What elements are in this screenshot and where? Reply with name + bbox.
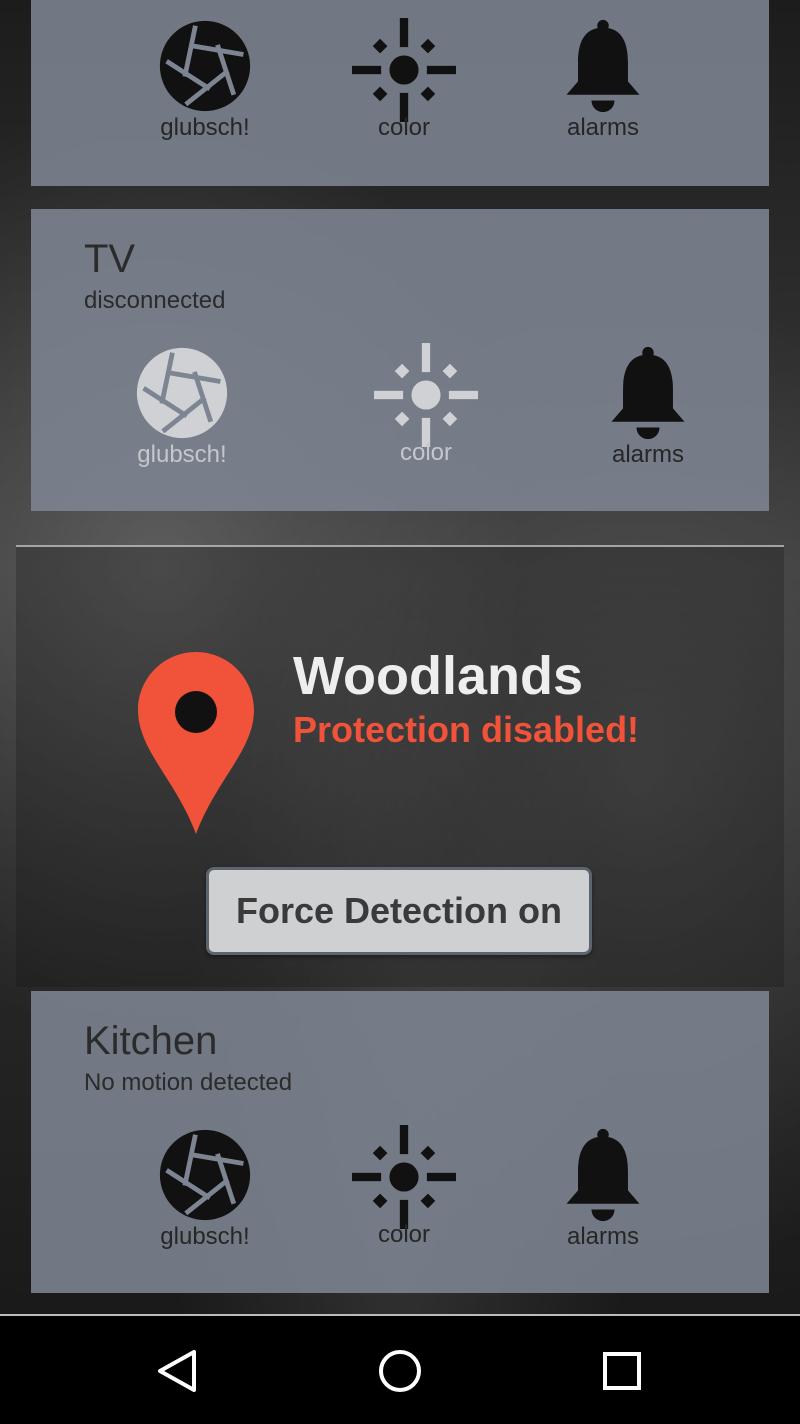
color-label: color — [399, 439, 453, 466]
glubsch-button[interactable]: glubsch! — [102, 345, 262, 469]
color-label: color — [377, 114, 431, 141]
alarms-button[interactable]: alarms — [523, 18, 683, 142]
glubsch-label: glubsch! — [160, 114, 250, 141]
back-triangle-icon[interactable] — [148, 1346, 208, 1396]
camera-name: Kitchen — [84, 1019, 218, 1063]
glubsch-label: glubsch! — [160, 1223, 250, 1250]
glubsch-label: glubsch! — [137, 441, 227, 468]
camera-shutter-icon — [157, 1127, 253, 1223]
color-button[interactable]: color — [324, 18, 484, 142]
bell-icon — [555, 1127, 651, 1223]
glubsch-button[interactable]: glubsch! — [125, 18, 285, 142]
alarms-label: alarms — [566, 114, 639, 141]
camera-shutter-icon — [157, 18, 253, 114]
camera-card-1: glubsch! color alarms — [31, 0, 769, 186]
alarms-label: alarms — [566, 1223, 639, 1250]
alarms-label: alarms — [611, 441, 684, 468]
force-detection-button[interactable]: Force Detection on — [206, 867, 592, 955]
camera-name: TV — [84, 237, 136, 281]
location-name: Woodlands — [293, 646, 583, 706]
brightness-icon — [352, 18, 456, 122]
navigation-bar — [0, 1314, 800, 1424]
recents-square-icon[interactable] — [592, 1346, 652, 1396]
camera-card-tv: TV disconnected glubsch! color alarms — [31, 209, 769, 511]
color-label: color — [377, 1221, 431, 1248]
color-button[interactable]: color — [324, 1125, 484, 1249]
camera-shutter-icon — [134, 345, 230, 441]
bell-icon — [555, 18, 651, 114]
brightness-icon — [352, 1125, 456, 1229]
alarms-button[interactable]: alarms — [523, 1127, 683, 1251]
camera-status: No motion detected — [84, 1069, 293, 1096]
brightness-icon — [374, 343, 478, 447]
glubsch-button[interactable]: glubsch! — [125, 1127, 285, 1251]
map-pin-icon — [138, 652, 254, 834]
camera-card-kitchen: Kitchen No motion detected glubsch! colo… — [31, 991, 769, 1293]
alarms-button[interactable]: alarms — [568, 345, 728, 469]
protection-status: Protection disabled! — [293, 709, 640, 750]
home-circle-icon[interactable] — [370, 1346, 430, 1396]
camera-status: disconnected — [84, 287, 226, 314]
color-button[interactable]: color — [346, 343, 506, 467]
bell-icon — [600, 345, 696, 441]
location-panel: Woodlands Protection disabled! Force Det… — [16, 545, 784, 987]
